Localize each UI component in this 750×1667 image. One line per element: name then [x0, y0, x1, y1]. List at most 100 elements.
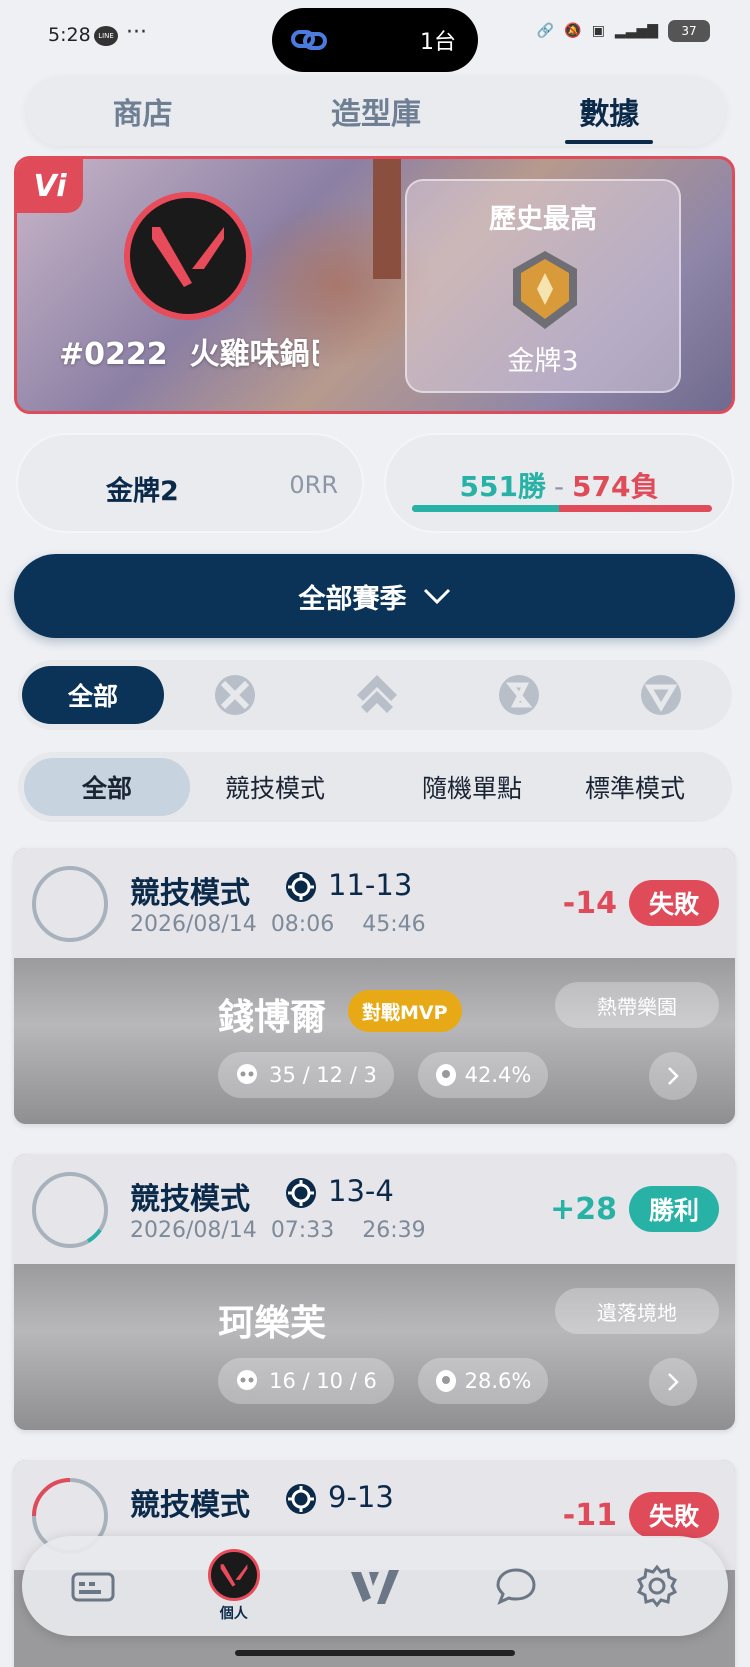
nav-home[interactable]	[335, 1546, 415, 1626]
dynamic-island: 1台	[272, 8, 478, 72]
crosshair-icon	[286, 1484, 316, 1514]
battery-icon: 37	[668, 20, 710, 42]
signal-icon: ▂▃▅▇	[614, 23, 658, 39]
match-score: 9-13	[328, 1480, 394, 1514]
headshot-value: 42.4%	[464, 1063, 532, 1087]
chevron-down-icon	[423, 588, 450, 605]
match-mode: 競技模式	[130, 876, 250, 911]
kda-pill: 35 / 12 / 3	[218, 1052, 394, 1098]
headshot-value: 28.6%	[464, 1369, 532, 1393]
player-nickname: 火雞味鍋巴	[189, 337, 319, 372]
agent-name: 錢博爾	[218, 997, 327, 1038]
duelist-icon	[641, 675, 681, 715]
chat-icon	[496, 1568, 536, 1605]
map-name: 熱帶樂園	[555, 982, 719, 1028]
status-icons: 🔗 🔕 ▣ ▂▃▅▇ 37	[537, 20, 710, 42]
map-name: 遺落境地	[555, 1288, 719, 1334]
vi-logo: Vi	[17, 159, 83, 213]
volte-icon: ▣	[591, 23, 605, 39]
match-duration: 26:39	[362, 1218, 426, 1243]
crosshair-icon	[286, 1178, 316, 1208]
more-notifications-icon: ···	[126, 20, 147, 45]
match-card[interactable]: 競技模式 13-4 2026/08/14 07:33 26:39 +28 勝利 …	[14, 1154, 735, 1430]
nav-inventory[interactable]	[53, 1546, 133, 1626]
player-name: #0222 火雞味鍋巴	[59, 329, 319, 373]
best-rank-label: 歷史最高	[489, 204, 597, 235]
match-score: 13-4	[328, 1174, 394, 1208]
chevron-right-icon	[668, 1373, 679, 1391]
profile-avatar-icon	[207, 1549, 260, 1601]
win-ratio-bar	[412, 505, 712, 512]
skull-icon	[237, 1064, 258, 1084]
win-loss-pill: 551勝 -574負	[384, 433, 734, 533]
tab-shop[interactable]: 商店	[26, 76, 259, 146]
match-body: 珂樂芙 遺落境地 16 / 10 / 6 28.6%	[14, 1264, 735, 1430]
match-score: 11-13	[328, 868, 413, 902]
match-card[interactable]: 競技模式 11-13 2026/08/14 08:06 45:46 -14 失敗…	[14, 848, 735, 1124]
current-rank-pill: 金牌2 0RR	[16, 433, 364, 533]
current-rank: 金牌2	[106, 476, 179, 507]
headshot-icon	[435, 1370, 456, 1392]
player-avatar	[124, 192, 252, 320]
match-time: 2026/08/14 07:33 26:39	[130, 1218, 426, 1243]
role-duelist-button[interactable]	[590, 666, 732, 724]
headshot-pill: 28.6%	[418, 1358, 548, 1404]
headshot-icon	[435, 1064, 456, 1086]
crosshair-icon	[286, 872, 316, 902]
nav-profile[interactable]: 個人	[194, 1546, 274, 1626]
role-controller-button[interactable]	[448, 666, 590, 724]
rr-change: -11	[562, 1498, 617, 1533]
agent-name: 珂樂芙	[218, 1303, 327, 1344]
best-rank-value: 金牌3	[507, 346, 579, 377]
skull-icon	[237, 1370, 258, 1390]
mode-filter: 全部 競技模式 隨機單點 標準模式	[18, 752, 732, 822]
mvp-badge: 對戰MVP	[348, 990, 462, 1032]
season-select-button[interactable]: 全部賽季	[14, 554, 735, 638]
match-progress-ring	[32, 866, 108, 942]
status-time: 5:28	[48, 24, 91, 46]
valorant-logo-icon	[152, 227, 224, 287]
mode-spike-rush-button[interactable]: 隨機單點	[360, 758, 540, 816]
headshot-pill: 42.4%	[418, 1052, 548, 1098]
role-initiator-button[interactable]	[306, 666, 448, 724]
home-indicator[interactable]	[235, 1650, 515, 1656]
top-tabs: 商店 造型庫 數據	[26, 76, 726, 146]
nav-profile-label: 個人	[219, 1606, 248, 1622]
vi-logo-icon	[350, 1570, 399, 1604]
mode-all-button[interactable]: 全部	[24, 758, 190, 816]
kda-pill: 16 / 10 / 6	[218, 1358, 394, 1404]
role-all-button[interactable]: 全部	[22, 666, 164, 724]
mute-icon: 🔕	[564, 23, 582, 39]
win-ratio-fill	[412, 505, 559, 512]
nav-settings[interactable]	[617, 1546, 697, 1626]
link-icon	[291, 30, 327, 50]
kda-value: 16 / 10 / 6	[269, 1369, 377, 1393]
wins-count: 551勝	[459, 470, 546, 503]
match-clock: 08:06	[270, 912, 335, 937]
rr-change: -14	[562, 886, 617, 921]
match-date: 2026/08/14	[130, 912, 257, 937]
sentinel-icon	[215, 675, 255, 715]
match-detail-button[interactable]	[649, 1052, 697, 1100]
nav-chat[interactable]	[476, 1546, 556, 1626]
current-rr: 0RR	[289, 471, 338, 499]
tab-stats[interactable]: 數據	[493, 76, 726, 146]
match-mode: 競技模式	[130, 1182, 250, 1217]
match-progress-ring	[32, 1172, 108, 1248]
result-badge: 失敗	[629, 880, 719, 926]
bottom-nav: 個人	[22, 1536, 728, 1636]
island-label: 1台	[420, 30, 456, 55]
mode-standard-button[interactable]: 標準模式	[540, 758, 730, 816]
role-sentinel-button[interactable]	[164, 666, 306, 724]
match-body: 錢博爾 對戰MVP 熱帶樂園 35 / 12 / 3 42.4%	[14, 958, 735, 1124]
status-bar: 5:28 LINE ··· 1台 🔗 🔕 ▣ ▂▃▅▇ 37	[0, 0, 750, 72]
player-tag: #0222	[59, 337, 168, 372]
match-duration: 45:46	[362, 912, 426, 937]
profile-card[interactable]: Vi #0222 火雞味鍋巴 歷史最高 金牌3	[14, 156, 735, 414]
mode-competitive-button[interactable]: 競技模式	[190, 758, 360, 816]
link-status-icon: 🔗	[536, 23, 555, 39]
best-rank-panel: 歷史最高 金牌3	[405, 179, 681, 393]
tab-collection[interactable]: 造型庫	[259, 76, 492, 146]
controller-icon	[499, 675, 539, 715]
match-detail-button[interactable]	[649, 1358, 697, 1406]
